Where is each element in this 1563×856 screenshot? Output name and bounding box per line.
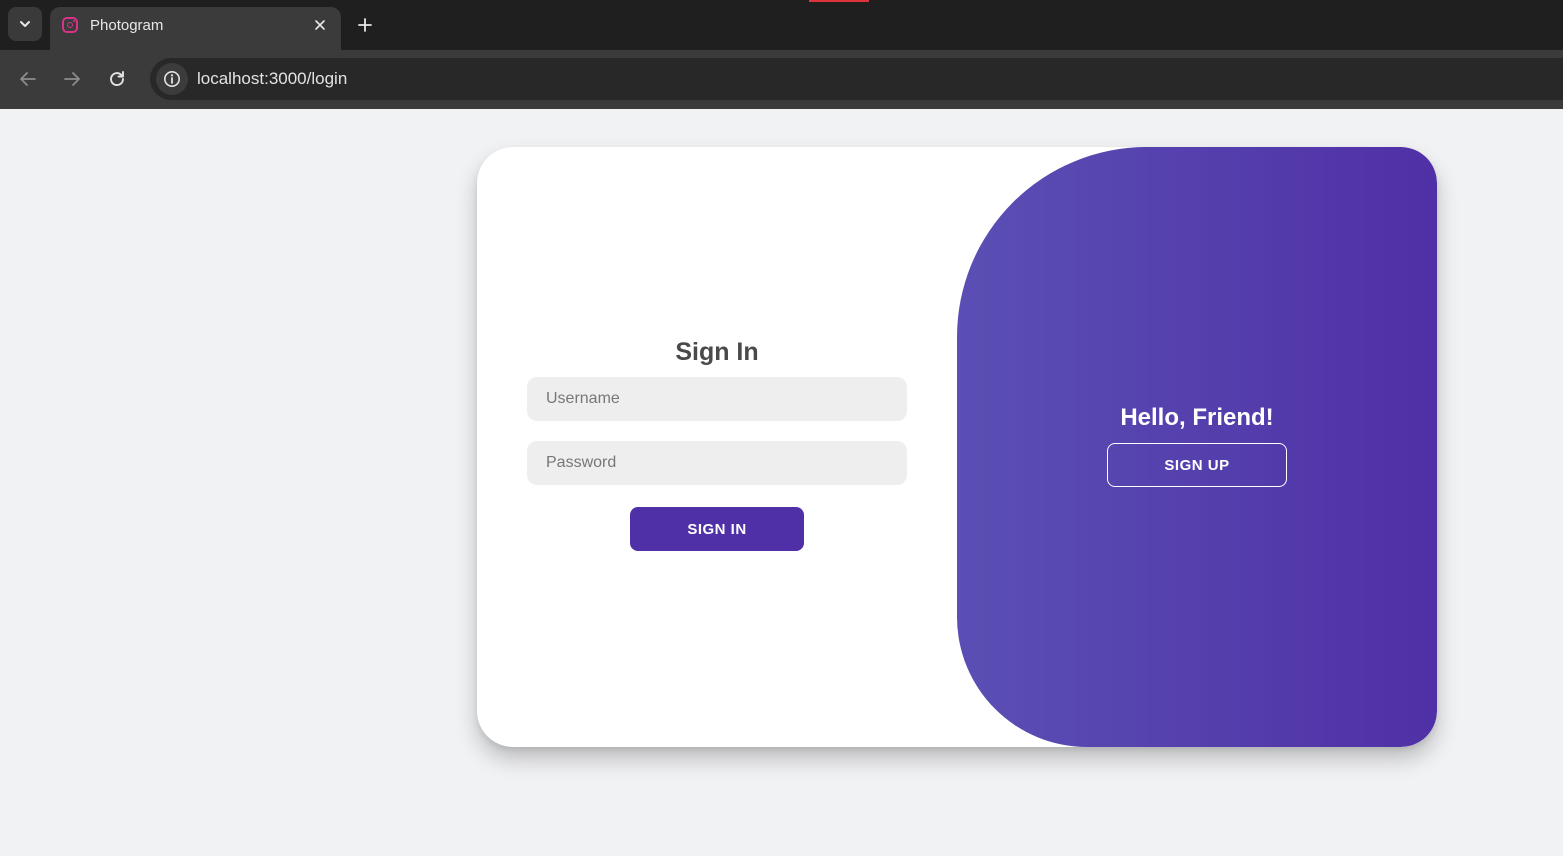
reload-icon: [110, 71, 124, 87]
forward-button[interactable]: [60, 67, 84, 91]
browser-tab[interactable]: Photogram: [50, 7, 341, 50]
recording-indicator: [809, 0, 869, 2]
signup-overlay-panel: Hello, Friend! SIGN UP: [957, 147, 1437, 747]
signin-title: Sign In: [675, 338, 759, 366]
reload-button[interactable]: [105, 67, 129, 91]
password-input[interactable]: [527, 441, 907, 485]
tab-search-button[interactable]: [8, 7, 42, 41]
tab-title: Photogram: [90, 17, 164, 34]
signin-button[interactable]: SIGN IN: [630, 507, 804, 551]
auth-card: Sign In SIGN IN Hello, Friend! SIGN UP: [477, 147, 1437, 747]
browser-toolbar: localhost:3000/login: [0, 50, 1563, 109]
browser-tabstrip: Photogram: [0, 0, 1563, 50]
instagram-icon: [62, 17, 78, 33]
address-bar[interactable]: localhost:3000/login: [150, 58, 1563, 100]
username-input[interactable]: [527, 377, 907, 421]
site-info-button[interactable]: [156, 63, 188, 95]
chevron-down-icon: [20, 21, 30, 27]
back-button[interactable]: [16, 67, 40, 91]
overlay-heading: Hello, Friend!: [1120, 404, 1274, 431]
signin-form: Sign In SIGN IN: [477, 147, 957, 747]
signup-button[interactable]: SIGN UP: [1107, 443, 1287, 487]
close-icon: [315, 20, 325, 30]
arrow-right-icon: [64, 72, 80, 86]
tab-close-button[interactable]: [311, 16, 329, 34]
url-text[interactable]: localhost:3000/login: [197, 69, 347, 89]
info-icon: [164, 71, 180, 87]
new-tab-button[interactable]: [354, 14, 376, 36]
arrow-left-icon: [20, 72, 36, 86]
plus-icon: [358, 18, 372, 32]
